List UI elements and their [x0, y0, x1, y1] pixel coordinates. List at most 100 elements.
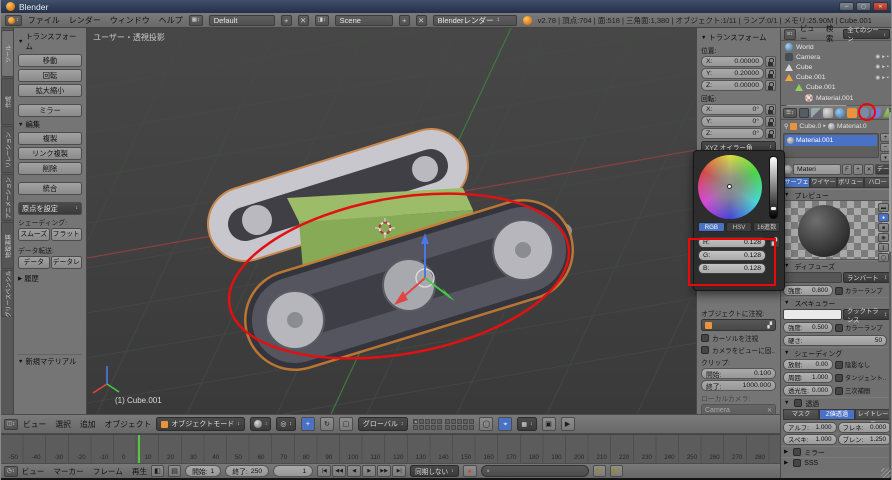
close-button[interactable]: ✕	[873, 2, 888, 11]
location-field[interactable]: Y:0.20000	[701, 68, 764, 79]
location-field[interactable]: Z:0.00000	[701, 80, 764, 91]
shading-button[interactable]: フラット	[51, 228, 83, 241]
layer-toggle[interactable]	[431, 419, 436, 424]
timeline-ruler[interactable]: -50-40-30-20-100102030405060708090100110…	[1, 454, 780, 463]
history-panel-header[interactable]: 履歴	[18, 274, 82, 284]
playback-button[interactable]: ▶|	[392, 465, 406, 477]
layer-toggle[interactable]	[463, 425, 468, 430]
preview-hair-icon[interactable]: ∥	[878, 243, 889, 252]
shading-slider[interactable]: 放射:0.00	[783, 359, 833, 370]
screen-layout-icon[interactable]: ▦↕	[189, 15, 203, 26]
transparency-field[interactable]: ブレン:1.250	[838, 434, 892, 445]
diffuse-ramp-checkbox[interactable]	[835, 287, 843, 295]
tool-shelf-tab[interactable]: グリースペンシル	[1, 270, 13, 317]
render-toggle-icon[interactable]: ▪	[887, 75, 889, 81]
transparency-mode-tab[interactable]: Z値透過	[819, 409, 855, 420]
panel-checkbox[interactable]	[793, 459, 801, 467]
clip-field[interactable]: 終了:1000.000	[701, 380, 776, 391]
resize-grip[interactable]	[881, 468, 891, 478]
lock-icon[interactable]	[765, 80, 776, 91]
transparency-mode-tab[interactable]: レイトレース	[855, 409, 891, 420]
view3d-editor-selector[interactable]: ◫↕	[4, 419, 18, 430]
outliner-editor-selector[interactable]: ≡↕	[784, 29, 796, 40]
layer-toggle[interactable]	[445, 425, 450, 430]
diffuse-color-swatch[interactable]	[783, 272, 842, 283]
preview-monkey-icon[interactable]: ◉	[878, 233, 889, 242]
new-material-button[interactable]: +	[853, 164, 863, 175]
diffuse-shader-select[interactable]: ランバート	[843, 272, 891, 283]
viewport-shading-select[interactable]: ↕	[250, 417, 272, 431]
color-channel-slider[interactable]: R:0.128	[698, 237, 766, 248]
join-button[interactable]: 統合	[18, 182, 82, 195]
maximize-button[interactable]: ▢	[856, 2, 871, 11]
screen-layout-field[interactable]: Default	[209, 15, 275, 26]
material-slot-list[interactable]: Material.001	[783, 133, 879, 158]
diffuse-panel-header[interactable]: ディフューズ	[781, 260, 892, 271]
playback-button[interactable]: ◀◀	[332, 465, 346, 477]
fake-user-button[interactable]: F	[842, 164, 852, 175]
menu-item[interactable]: ビュー	[23, 419, 46, 430]
layer-toggle[interactable]	[445, 419, 450, 424]
layer-toggle[interactable]	[451, 419, 456, 424]
clear-icon[interactable]: ✕	[767, 407, 772, 414]
scene-icon[interactable]: ◨↕	[315, 15, 329, 26]
shading-slider[interactable]: 透光性:0.000	[783, 385, 833, 396]
tool-shelf-tab[interactable]: アニメーション	[1, 174, 13, 221]
lock-object-field[interactable]: ▞	[701, 319, 776, 331]
outliner-row[interactable]: Camera ◉ ▸ ▪	[783, 52, 891, 62]
frames-icon[interactable]: ▤	[168, 465, 181, 477]
edit-panel-header[interactable]: 編集	[18, 120, 82, 130]
layer-toggle[interactable]	[419, 425, 424, 430]
menu-item[interactable]: ビュー	[22, 466, 45, 477]
render-toggle-icon[interactable]: ▪	[887, 64, 889, 70]
tool-button[interactable]: リンク複製	[18, 147, 82, 160]
transparency-panel-header[interactable]: 透過	[781, 397, 892, 408]
lock-icon[interactable]	[765, 116, 776, 127]
insert-keyframe-icon[interactable]: ◆+	[593, 465, 606, 477]
transform-orientation-select[interactable]: グローバル↕	[358, 417, 408, 431]
color-wheel-cursor[interactable]	[727, 184, 732, 189]
render-toggle-icon[interactable]: ▪	[887, 54, 889, 60]
snap-magnet-icon[interactable]: ⌖	[498, 417, 512, 431]
layer-toggle[interactable]	[437, 425, 442, 430]
selectability-icon[interactable]: ▸	[882, 75, 885, 81]
transparency-field[interactable]: アルフ:1.000	[783, 422, 837, 433]
proportional-edit-icon[interactable]: ◯	[479, 417, 493, 431]
layout-add-button[interactable]: +	[281, 15, 292, 26]
manipulator-rotate-icon[interactable]: ↻	[320, 417, 334, 431]
color-wheel[interactable]	[698, 155, 762, 219]
transparency-mode-tab[interactable]: マスク	[783, 409, 819, 420]
collapsed-panel-header[interactable]: SSS	[781, 457, 892, 468]
tool-button[interactable]: 移動	[18, 54, 82, 67]
viewport-canvas[interactable]	[87, 28, 696, 414]
layer-toggle[interactable]	[457, 419, 462, 424]
keying-set-field[interactable]: ⚬	[481, 465, 589, 477]
visibility-eye-icon[interactable]: ◉	[875, 75, 880, 81]
mirror-button[interactable]: ミラー	[18, 104, 82, 117]
color-mode-tab[interactable]: 16進数	[753, 222, 780, 232]
tab-world-icon[interactable]	[835, 108, 845, 118]
menu-item[interactable]: 選択	[55, 419, 71, 430]
shading-slider[interactable]: 周囲:1.000	[783, 372, 833, 383]
playback-button[interactable]: ◀	[347, 465, 361, 477]
sync-mode-select[interactable]: 同期しない↕	[410, 465, 458, 477]
lock-icon[interactable]	[765, 128, 776, 139]
operator-panel-header[interactable]: 新規マテリアル	[18, 354, 82, 367]
selectability-icon[interactable]: ▸	[882, 64, 885, 70]
tool-button[interactable]: 複製	[18, 132, 82, 145]
timeline-content[interactable]: -50-40-30-20-100102030405060708090100110…	[1, 434, 780, 463]
panel-checkbox[interactable]	[793, 448, 801, 456]
tab-object-icon[interactable]	[847, 108, 857, 118]
layer-toggle[interactable]	[419, 419, 424, 424]
menu-item[interactable]: 検索	[826, 24, 839, 44]
menu-item[interactable]: マーカー	[53, 466, 83, 477]
tool-button[interactable]: 回転	[18, 69, 82, 82]
current-frame-field[interactable]: 1	[273, 465, 313, 477]
eyedropper-icon[interactable]: ▞	[767, 322, 772, 329]
playback-button[interactable]: ▶▶	[377, 465, 391, 477]
npanel-transform-header[interactable]: トランスフォーム	[701, 33, 776, 43]
frame-start-field[interactable]: 開始:1	[185, 465, 221, 477]
layer-toggle[interactable]	[457, 425, 462, 430]
menu-item[interactable]: ファイル	[28, 15, 60, 26]
lock-cursor-checkbox[interactable]	[701, 334, 709, 342]
